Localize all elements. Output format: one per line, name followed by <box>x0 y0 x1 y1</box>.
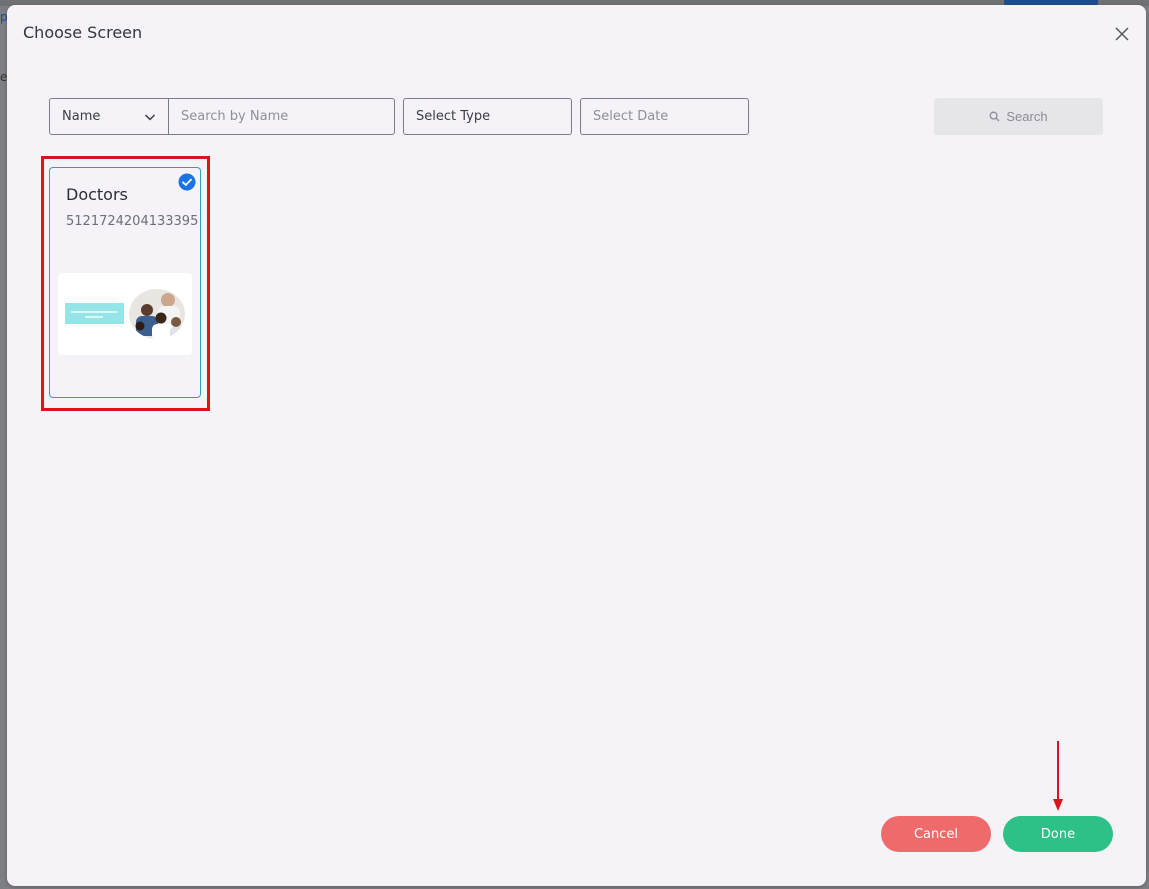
close-icon <box>1115 27 1129 41</box>
thumbnail-banner <box>65 303 124 324</box>
screen-card-title: Doctors <box>66 185 128 204</box>
search-button[interactable]: Search <box>934 98 1103 135</box>
choose-screen-modal: Choose Screen Name Select Type Select Da… <box>7 5 1146 886</box>
screen-card[interactable]: Doctors 5121724204133395 <box>49 167 201 398</box>
filter-bar: Name Select Type Select Date Search <box>49 98 1109 135</box>
cancel-button[interactable]: Cancel <box>881 816 991 852</box>
search-icon <box>989 111 1000 122</box>
select-type-dropdown[interactable]: Select Type <box>403 98 572 135</box>
name-filter-value: Name <box>62 109 101 124</box>
select-date-placeholder: Select Date <box>593 109 669 124</box>
search-by-name-input[interactable] <box>168 98 395 135</box>
close-button[interactable] <box>1111 23 1133 45</box>
check-circle-icon <box>178 173 196 191</box>
screen-card-id: 5121724204133395 <box>66 214 199 229</box>
search-button-label: Search <box>1006 109 1048 124</box>
chevron-down-icon <box>144 114 156 121</box>
select-type-value: Select Type <box>416 109 491 124</box>
modal-title: Choose Screen <box>23 23 143 42</box>
select-date-input[interactable]: Select Date <box>580 98 749 135</box>
done-button[interactable]: Done <box>1003 816 1113 852</box>
annotation-arrow <box>1053 741 1063 811</box>
screen-thumbnail <box>58 273 192 355</box>
name-filter-select[interactable]: Name <box>49 98 169 135</box>
doctors-photo-image <box>129 289 185 339</box>
